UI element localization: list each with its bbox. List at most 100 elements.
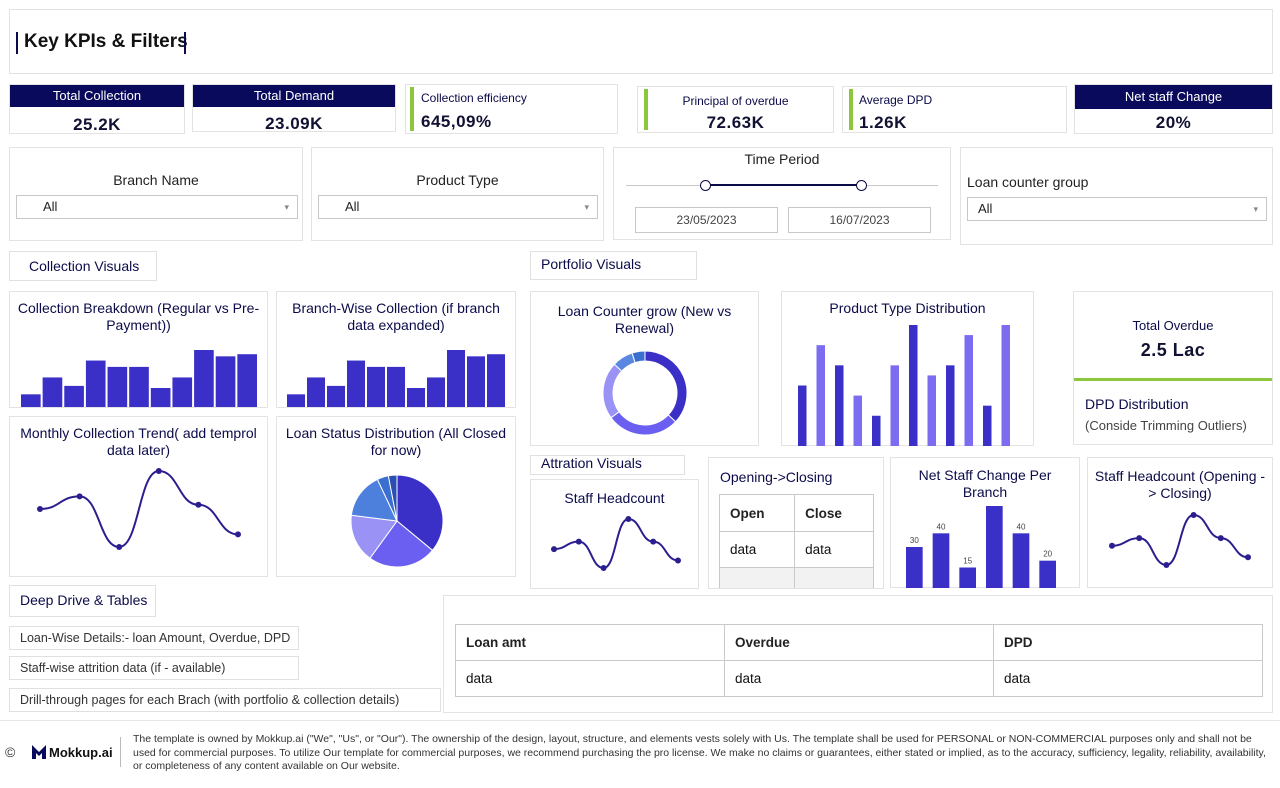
kpi-value: 645,09% — [421, 112, 492, 131]
bar — [327, 385, 345, 407]
kpi-accent-bar — [410, 87, 414, 131]
opening-closing-title: Opening->Closing — [720, 469, 833, 485]
data-point — [1163, 562, 1170, 568]
kpi-value: 72.63K — [706, 113, 765, 132]
data-point — [650, 538, 657, 545]
chart-loan-counter-grow: Loan Counter grow (New vs Renewal) — [530, 291, 759, 446]
list-item[interactable]: Staff-wise attrition data (if - availabl… — [9, 656, 299, 680]
bar — [835, 365, 844, 446]
bar — [64, 385, 84, 407]
dpd-distribution-note: (Conside Trimming Outliers) — [1085, 418, 1247, 433]
branch-dropdown[interactable]: All ▾ — [16, 195, 298, 219]
header-open: Open — [718, 494, 796, 532]
kpi-value: 23.09K — [265, 114, 323, 133]
table-header-row: Loan amt Overdue DPD — [455, 624, 1263, 661]
bar — [798, 385, 807, 446]
bar — [427, 377, 445, 407]
series-line — [39, 469, 239, 549]
start-date-input[interactable]: 23/05/2023 — [635, 207, 778, 233]
end-date-input[interactable]: 16/07/2023 — [788, 207, 931, 233]
cell-overdue: data — [724, 660, 994, 697]
data-point — [575, 538, 582, 545]
bar — [964, 335, 973, 446]
loan-table: Loan amt Overdue DPD data data data — [455, 624, 1263, 697]
staff-headcount-oc-line — [1109, 512, 1251, 568]
kpi-net-staff-change: Net staff Change 20% — [1074, 84, 1273, 134]
bar — [909, 325, 918, 446]
table-row: data data data — [455, 660, 1263, 697]
bar — [215, 356, 236, 407]
chart-product-type: Product Type Distribution — [781, 291, 1034, 446]
footer-separator — [120, 737, 121, 767]
chart-staff-headcount: Staff Headcount — [530, 479, 699, 589]
filter-label: Loan counter group — [967, 174, 1089, 190]
cell-open: data — [718, 531, 796, 568]
kpi-average-dpd: Average DPD 1.26K — [842, 86, 1067, 133]
bar — [890, 365, 899, 446]
kpi-label: Average DPD — [859, 93, 933, 107]
data-point — [675, 557, 681, 564]
product-type-bars — [798, 325, 1010, 446]
bar — [983, 405, 992, 446]
kpi-total-demand: Total Demand 23.09K — [192, 84, 396, 133]
filter-label: Time Period — [744, 151, 820, 167]
slice — [610, 411, 677, 436]
data-point — [116, 544, 123, 550]
brand-name: Mokkup.ai — [49, 745, 113, 760]
data-label: 15 — [963, 557, 972, 566]
kpi-collection-efficiency: Collection efficiency 645,09% — [405, 84, 618, 134]
kpi-total-collection: Total Collection 25.2K — [9, 84, 185, 134]
bar — [1001, 325, 1010, 446]
section-collection-visuals: Collection Visuals — [9, 251, 157, 281]
bar — [194, 350, 214, 407]
page-title: Key KPIs & Filters — [24, 31, 188, 52]
bar — [347, 360, 365, 407]
total-overdue-value: 2.5 Lac — [1140, 340, 1206, 360]
data-point — [37, 506, 43, 512]
data-point — [1136, 535, 1143, 542]
data-point — [1109, 542, 1115, 549]
bar — [129, 366, 149, 407]
header-panel: Key KPIs & Filters — [9, 9, 1273, 74]
data-point — [1190, 512, 1197, 518]
dropdown-value: All — [43, 199, 58, 214]
bar — [107, 366, 128, 407]
filter-label: Branch Name — [113, 172, 199, 188]
filter-product-panel: Product Type All ▾ — [311, 147, 604, 241]
list-item[interactable]: Loan-Wise Details:- loan Amount, Overdue… — [9, 626, 299, 650]
data-point — [600, 565, 607, 571]
dropdown-value: All — [345, 199, 360, 214]
header-loan-amt: Loan amt — [455, 624, 725, 661]
slider-range — [705, 184, 861, 186]
bar — [872, 415, 881, 446]
data-point — [1217, 535, 1224, 542]
total-overdue-label: Total Overdue — [1132, 318, 1214, 333]
cell-empty — [794, 567, 874, 588]
header-accent-right — [184, 32, 186, 54]
kpi-label: Collection efficiency — [421, 91, 527, 105]
product-dropdown[interactable]: All ▾ — [318, 195, 598, 219]
bar — [150, 388, 171, 407]
bar — [172, 377, 193, 407]
bar — [21, 394, 41, 407]
kpi-label: Total Collection — [10, 85, 184, 107]
loan-counter-dropdown[interactable]: All ▾ — [967, 197, 1267, 221]
opening-closing-panel: Opening->Closing Open Close data data — [708, 457, 884, 589]
bar — [906, 547, 923, 588]
filter-loan-counter-panel: Loan counter group All ▾ — [960, 147, 1273, 245]
monthly-trend-line — [37, 468, 241, 550]
slider-handle-start[interactable] — [700, 180, 711, 191]
bar — [1039, 560, 1056, 588]
dpd-distribution-label: DPD Distribution — [1085, 396, 1189, 412]
list-item[interactable]: Drill-through pages for each Brach (with… — [9, 688, 441, 712]
chart-net-staff-per-branch: Net Staff Change Per Branch 30 40 15 40 20 — [890, 457, 1080, 588]
staff-headcount-line — [551, 516, 681, 571]
header-dpd: DPD — [993, 624, 1263, 661]
bar — [307, 377, 325, 407]
table-row: data data — [718, 531, 874, 568]
table-row-partial — [718, 567, 874, 588]
slider-handle-end[interactable] — [856, 180, 867, 191]
bar — [467, 356, 485, 407]
divider-green — [1074, 378, 1272, 381]
kpi-value: 25.2K — [73, 115, 121, 134]
